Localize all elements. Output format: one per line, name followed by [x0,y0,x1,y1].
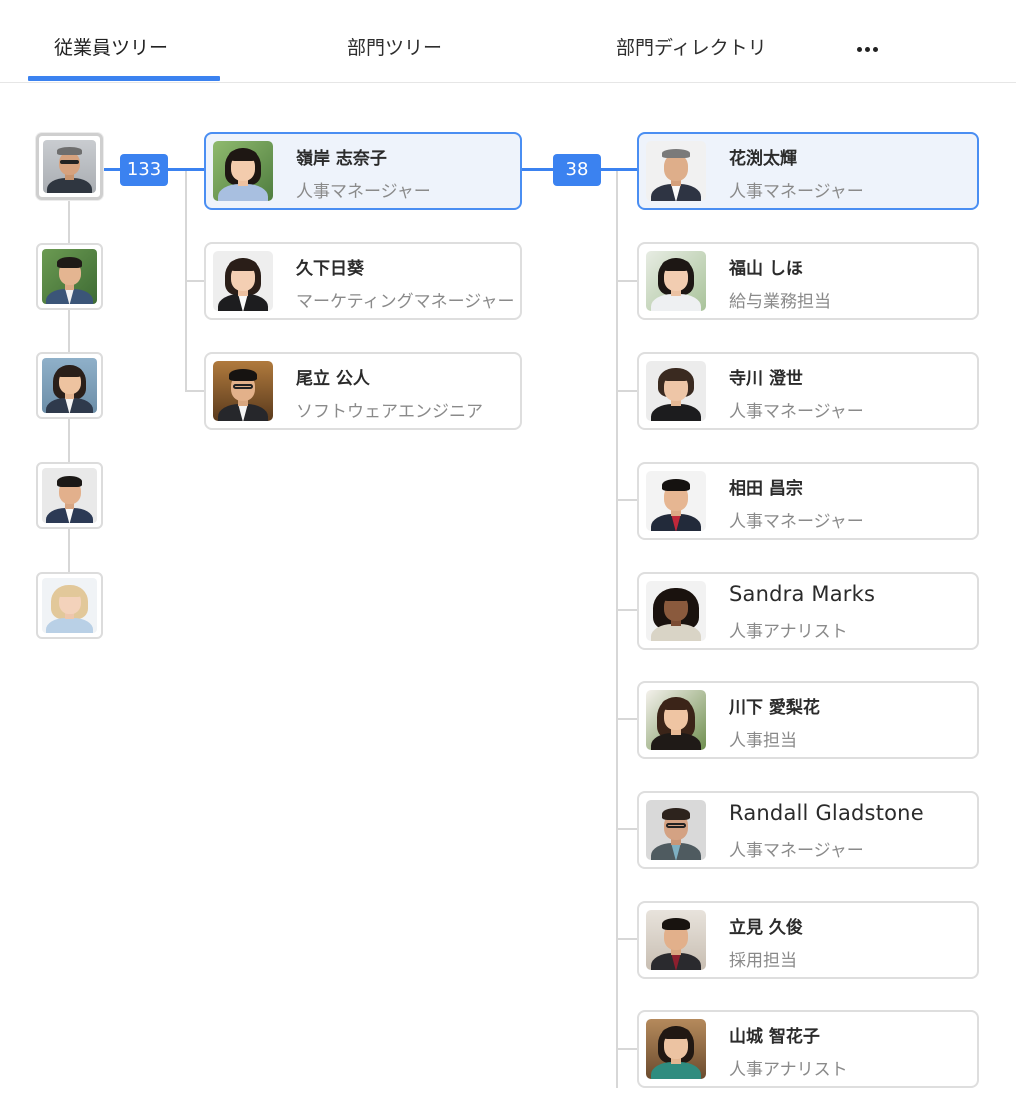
employee-role: 人事マネージャー [729,512,864,532]
employee-name: Randall Gladstone [729,801,924,825]
person-photo [42,468,97,523]
employee-name: 寺川 澄世 [729,369,803,389]
person-photo [42,578,97,633]
person-photo [213,141,273,201]
employee-role: 人事アナリスト [729,1060,848,1080]
employee-role: 人事アナリスト [729,622,848,642]
employee-card[interactable]: 寺川 澄世 人事マネージャー [637,352,979,430]
person-photo [213,251,273,311]
person-photo [646,251,706,311]
person-photo [646,1019,706,1079]
active-tab-indicator [28,76,220,81]
employee-role: ソフトウェアエンジニア [296,402,483,422]
avatar[interactable] [36,352,103,419]
tab-department-directory[interactable]: 部門ディレクトリ [616,33,767,60]
avatar[interactable] [36,462,103,529]
employee-card[interactable]: Sandra Marks 人事アナリスト [637,572,979,650]
employee-card[interactable]: 川下 愛梨花 人事担当 [637,681,979,759]
employee-name: 川下 愛梨花 [729,698,820,718]
tab-bar: 従業員ツリー 部門ツリー 部門ディレクトリ [0,0,1016,83]
person-photo [43,140,96,193]
employee-name: 立見 久俊 [729,918,803,938]
avatar[interactable] [36,572,103,639]
employee-name: 花渕太輝 [729,149,797,169]
subordinate-count-badge[interactable]: 38 [553,154,601,186]
employee-card[interactable]: 嶺岸 志奈子 人事マネージャー [204,132,522,210]
employee-card[interactable]: 山城 智花子 人事アナリスト [637,1010,979,1088]
employee-name: 相田 昌宗 [729,479,803,499]
employee-role: マーケティングマネージャー [296,292,515,312]
employee-name: 尾立 公人 [296,369,370,389]
employee-name: 久下日葵 [296,259,364,279]
employee-role: 人事マネージャー [729,402,864,422]
employee-role: 人事マネージャー [296,182,431,202]
employee-card[interactable]: 立見 久俊 採用担当 [637,901,979,979]
employee-name: 福山 しほ [729,259,803,279]
employee-card[interactable]: 福山 しほ 給与業務担当 [637,242,979,320]
more-horizontal-icon[interactable] [852,30,884,60]
avatar[interactable] [36,133,103,200]
employee-role: 給与業務担当 [729,292,831,312]
employee-card[interactable]: 久下日葵 マーケティングマネージャー [204,242,522,320]
employee-name: Sandra Marks [729,582,876,606]
employee-card[interactable]: 花渕太輝 人事マネージャー [637,132,979,210]
tab-employee-tree[interactable]: 従業員ツリー [54,33,168,60]
employee-role: 人事担当 [729,731,797,751]
person-photo [42,358,97,413]
employee-card[interactable]: Randall Gladstone 人事マネージャー [637,791,979,869]
person-photo [213,361,273,421]
person-photo [646,361,706,421]
person-photo [646,141,706,201]
employee-card[interactable]: 相田 昌宗 人事マネージャー [637,462,979,540]
employee-role: 人事マネージャー [729,182,864,202]
employee-role: 採用担当 [729,951,797,971]
person-photo [646,910,706,970]
person-photo [646,690,706,750]
employee-role: 人事マネージャー [729,841,864,861]
avatar[interactable] [36,243,103,310]
person-photo [646,800,706,860]
person-photo [646,581,706,641]
tab-department-tree[interactable]: 部門ツリー [347,33,442,60]
person-photo [42,249,97,304]
employee-name: 嶺岸 志奈子 [296,149,387,169]
employee-name: 山城 智花子 [729,1027,820,1047]
employee-card[interactable]: 尾立 公人 ソフトウェアエンジニア [204,352,522,430]
person-photo [646,471,706,531]
subordinate-count-badge[interactable]: 133 [120,154,168,186]
